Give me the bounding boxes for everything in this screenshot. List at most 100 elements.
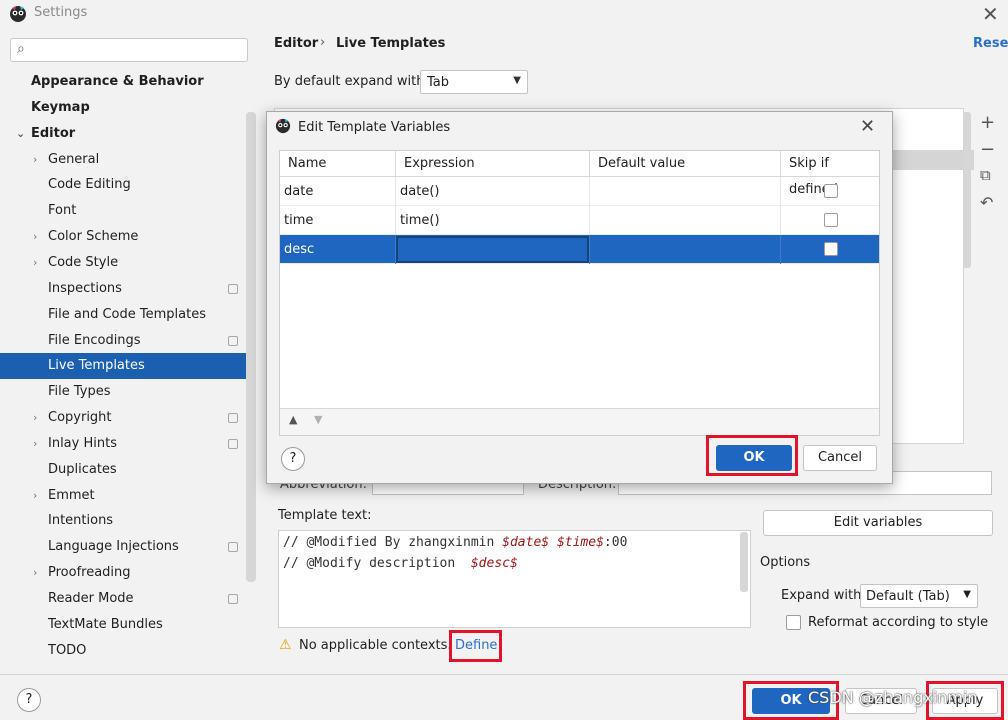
chevron-right-icon[interactable]: › (33, 250, 37, 276)
reformat-checkbox[interactable] (786, 615, 801, 630)
chevron-right-icon[interactable]: › (33, 405, 37, 431)
restore-template-icon[interactable]: ↶ (980, 193, 993, 212)
sidebar-item-file-and-code-templates[interactable]: File and Code Templates (0, 302, 256, 328)
chevron-down-icon: ▼ (963, 589, 971, 600)
sidebar-item-general[interactable]: › General (0, 147, 256, 173)
copy-template-icon[interactable]: ⧉ (980, 166, 991, 184)
template-list-selected-row[interactable] (880, 150, 974, 170)
table-row[interactable]: time time() (280, 206, 879, 235)
column-header-name[interactable]: Name (280, 151, 396, 177)
sidebar-item-label: Inlay Hints (48, 436, 117, 451)
cell-name[interactable]: time (280, 206, 396, 235)
sidebar-item-proofreading[interactable]: › Proofreading (0, 560, 256, 586)
skip-if-defined-checkbox[interactable] (824, 213, 838, 227)
sidebar-item-label: File Types (48, 384, 111, 399)
template-list-scrollbar[interactable] (963, 112, 971, 268)
sidebar-item-code-style[interactable]: › Code Style (0, 250, 256, 276)
sidebar-item-language-injections[interactable]: Language Injections (0, 534, 256, 560)
chevron-right-icon[interactable]: › (33, 560, 37, 586)
move-up-icon[interactable]: ▲ (289, 413, 297, 426)
chevron-down-icon[interactable]: ⌄ (16, 121, 25, 147)
default-expand-select[interactable]: Tab ▼ (420, 70, 528, 94)
skip-if-defined-checkbox[interactable] (824, 184, 838, 198)
edit-variables-button[interactable]: Edit variables (763, 510, 993, 536)
table-toolbar (280, 408, 879, 435)
help-button[interactable]: ? (17, 688, 41, 712)
table-row[interactable]: desc (280, 235, 879, 264)
sidebar-scrollbar[interactable] (246, 112, 256, 582)
move-down-icon[interactable]: ▼ (314, 413, 322, 426)
breadcrumb-live-templates: Live Templates (336, 36, 446, 51)
sidebar-item-appearance-behavior[interactable]: Appearance & Behavior (0, 69, 256, 95)
dialog-close-icon[interactable]: ✕ (860, 116, 875, 137)
template-text-token: // @Modify description (283, 556, 471, 571)
sidebar-item-label: TextMate Bundles (48, 617, 163, 632)
app-logo-icon (10, 6, 26, 22)
template-text-scrollbar[interactable] (740, 532, 748, 592)
template-variable-token: $desc$ (470, 556, 518, 571)
dialog-cancel-button[interactable]: Cancel (803, 445, 877, 471)
sidebar-item-inlay-hints[interactable]: › Inlay Hints (0, 431, 256, 457)
sidebar-item-label: Intentions (48, 513, 114, 528)
sidebar-item-label: Keymap (31, 100, 90, 115)
chevron-right-icon[interactable]: › (33, 224, 37, 250)
sidebar-item-file-encodings[interactable]: File Encodings (0, 328, 256, 354)
breadcrumb-separator-icon: › (320, 35, 326, 50)
sidebar-item-label: Language Injections (48, 539, 179, 554)
dialog-help-button[interactable]: ? (281, 447, 305, 471)
skip-if-defined-checkbox[interactable] (824, 242, 838, 256)
reset-link[interactable]: Reset (973, 36, 1008, 51)
remove-template-icon[interactable]: − (980, 139, 995, 160)
template-text-token: // @Modified By zhangxinmin (283, 535, 503, 550)
cell-default[interactable] (590, 235, 781, 264)
template-text-token: :00 (603, 535, 628, 550)
sidebar-item-color-scheme[interactable]: › Color Scheme (0, 224, 256, 250)
template-text-editor[interactable]: // @Modified By zhangxinmin $date$ $time… (278, 530, 751, 628)
chevron-right-icon[interactable]: › (33, 147, 37, 173)
cell-name[interactable]: desc (280, 235, 396, 264)
sidebar-item-font[interactable]: Font (0, 198, 256, 224)
chevron-right-icon[interactable]: › (33, 483, 37, 509)
template-text-line: // @Modified By zhangxinmin $date$ $time… (283, 535, 627, 550)
chevron-right-icon[interactable]: › (33, 431, 37, 457)
sidebar-item-inspections[interactable]: Inspections (0, 276, 256, 302)
project-scope-icon (228, 284, 238, 294)
project-scope-icon (228, 336, 238, 346)
cell-expression[interactable]: date() (396, 177, 590, 206)
column-header-expression[interactable]: Expression (396, 151, 590, 177)
expression-cell-editor[interactable] (396, 236, 589, 263)
add-template-icon[interactable]: + (980, 112, 995, 133)
cell-expression[interactable]: time() (396, 206, 590, 235)
sidebar-item-file-types[interactable]: File Types (0, 379, 256, 405)
sidebar-item-label: Emmet (48, 488, 95, 503)
expand-with-select[interactable]: Default (Tab) ▼ (860, 584, 978, 608)
column-header-skip-if-defined[interactable]: Skip if defined (781, 151, 879, 197)
sidebar-item-label: Live Templates (48, 358, 145, 373)
sidebar-item-textmate-bundles[interactable]: TextMate Bundles (0, 612, 256, 638)
sidebar-item-emmet[interactable]: › Emmet (0, 483, 256, 509)
table-row[interactable]: date date() (280, 177, 879, 206)
sidebar-item-label: Inspections (48, 281, 122, 296)
sidebar-item-keymap[interactable]: Keymap (0, 95, 256, 121)
dialog-title: Edit Template Variables (298, 120, 451, 135)
sidebar-item-editor[interactable]: ⌄ Editor (0, 121, 256, 147)
cell-default[interactable] (590, 206, 781, 235)
settings-search-input[interactable]: ⌕ (10, 38, 248, 62)
cell-default[interactable] (590, 177, 781, 206)
default-expand-label: By default expand with (274, 74, 425, 89)
default-expand-value: Tab (427, 75, 450, 90)
sidebar-item-label: Font (48, 203, 77, 218)
breadcrumb-editor[interactable]: Editor (274, 36, 318, 51)
window-close-icon[interactable]: ✕ (982, 2, 999, 26)
column-header-default-value[interactable]: Default value (590, 151, 781, 177)
sidebar-item-intentions[interactable]: Intentions (0, 508, 256, 534)
sidebar-item-todo[interactable]: TODO (0, 638, 256, 664)
cell-name[interactable]: date (280, 177, 396, 206)
sidebar-item-live-templates[interactable]: Live Templates (0, 353, 256, 379)
sidebar-item-copyright[interactable]: › Copyright (0, 405, 256, 431)
sidebar-item-duplicates[interactable]: Duplicates (0, 457, 256, 483)
sidebar-item-reader-mode[interactable]: Reader Mode (0, 586, 256, 612)
project-scope-icon (228, 542, 238, 552)
template-text-token (549, 535, 557, 550)
sidebar-item-code-editing[interactable]: Code Editing (0, 172, 256, 198)
